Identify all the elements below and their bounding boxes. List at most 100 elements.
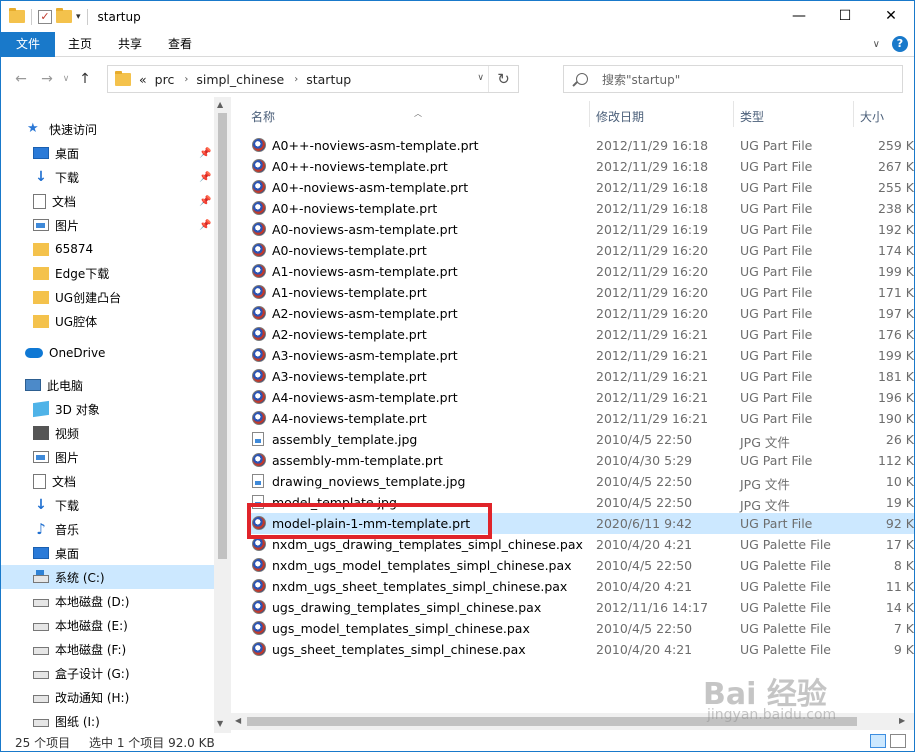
column-divider[interactable] xyxy=(589,101,590,127)
scrollbar-thumb[interactable] xyxy=(218,113,227,559)
file-name: A0++-noviews-asm-template.prt xyxy=(272,138,479,153)
sidebar-item-videos[interactable]: 视频 xyxy=(1,421,214,445)
file-row[interactable]: assembly_template.jpg 2010/4/5 22:50 JPG 文… xyxy=(247,429,914,450)
sidebar-item-3d-objects[interactable]: 3D 对象 xyxy=(1,397,214,421)
sidebar-item-ug-boss[interactable]: UG创建凸台 xyxy=(1,285,214,309)
sidebar-item-pictures[interactable]: 图片 📌 xyxy=(1,213,214,237)
address-bar[interactable]: « prc › simpl_chinese › startup ∨ ↻ xyxy=(107,65,519,93)
sidebar-item-drive-i[interactable]: 图纸 (I:) xyxy=(1,709,214,733)
expand-ribbon-chevron-icon[interactable]: ∨ xyxy=(873,39,880,50)
file-row[interactable]: model-plain-1-mm-template.prt 2020/6/11 9… xyxy=(247,513,914,534)
forward-arrow-icon[interactable]: → xyxy=(37,71,57,87)
file-row[interactable]: A0++-noviews-template.prt 2012/11/29 16:1… xyxy=(247,156,914,177)
breadcrumb-prc[interactable]: prc xyxy=(155,72,175,87)
ug-part-file-icon xyxy=(252,180,266,194)
file-row[interactable]: model_template.jpg 2010/4/5 22:50 JPG 文件 19… xyxy=(247,492,914,513)
sidebar-item-drive-d[interactable]: 本地磁盘 (D:) xyxy=(1,589,214,613)
sidebar-item-drive-g[interactable]: 盒子设计 (G:) xyxy=(1,661,214,685)
scroll-left-arrow-icon[interactable]: ◀ xyxy=(235,716,241,725)
column-size[interactable]: 大小 xyxy=(860,108,884,125)
help-icon[interactable]: ? xyxy=(892,36,908,52)
tab-file[interactable]: 文件 xyxy=(1,31,56,57)
file-row[interactable]: ugs_drawing_templates_simpl_chinese.pax 2… xyxy=(247,597,914,618)
sidebar-item-downloads[interactable]: ↓ 下载 📌 xyxy=(1,165,214,189)
file-row[interactable]: A0+-noviews-template.prt 2012/11/29 16:18… xyxy=(247,198,914,219)
scrollbar-thumb[interactable] xyxy=(247,717,857,726)
back-arrow-icon[interactable]: ← xyxy=(11,71,31,87)
sidebar-item-music[interactable]: ♪ 音乐 xyxy=(1,517,214,541)
properties-icon[interactable]: ✓ xyxy=(38,9,52,24)
sidebar-item-ug-pocket[interactable]: UG腔体 xyxy=(1,309,214,333)
sidebar-item-edge-downloads[interactable]: Edge下载 xyxy=(1,261,214,285)
file-row[interactable]: A0-noviews-template.prt 2012/11/29 16:20 U… xyxy=(247,240,914,261)
sidebar-item-pc-documents[interactable]: 文档 xyxy=(1,469,214,493)
address-history-chevron-icon[interactable]: ∨ xyxy=(477,73,484,83)
sidebar-item-pc-desktop[interactable]: 桌面 xyxy=(1,541,214,565)
file-row[interactable]: nxdm_ugs_model_templates_simpl_chinese.p… xyxy=(247,555,914,576)
file-row[interactable]: drawing_noviews_template.jpg 2010/4/5 22:… xyxy=(247,471,914,492)
sidebar-item-pc-pictures[interactable]: 图片 xyxy=(1,445,214,469)
sidebar-item-this-pc[interactable]: 此电脑 xyxy=(1,373,214,397)
star-icon: ★ xyxy=(27,121,39,136)
sidebar-item-65874[interactable]: 65874 xyxy=(1,237,214,261)
breadcrumb-overflow[interactable]: « xyxy=(139,72,147,87)
sidebar-item-drive-f[interactable]: 本地磁盘 (F:) xyxy=(1,637,214,661)
file-row[interactable]: A1-noviews-template.prt 2012/11/29 16:20 U… xyxy=(247,282,914,303)
column-date[interactable]: 修改日期 xyxy=(596,108,644,125)
large-icons-view-icon[interactable] xyxy=(890,734,906,748)
scroll-up-arrow-icon[interactable]: ▲ xyxy=(217,100,223,109)
file-row[interactable]: A1-noviews-asm-template.prt 2012/11/29 16… xyxy=(247,261,914,282)
tab-view[interactable]: 查看 xyxy=(155,32,205,57)
sidebar-item-desktop[interactable]: 桌面 📌 xyxy=(1,141,214,165)
tab-share[interactable]: 共享 xyxy=(105,32,155,57)
chevron-right-icon[interactable]: › xyxy=(184,74,188,85)
breadcrumb-simpl-chinese[interactable]: simpl_chinese xyxy=(196,72,284,87)
column-name[interactable]: 名称 xyxy=(251,108,275,125)
close-button[interactable]: ✕ xyxy=(868,1,914,32)
scroll-down-arrow-icon[interactable]: ▼ xyxy=(217,719,223,728)
breadcrumb-startup[interactable]: startup xyxy=(306,72,351,87)
file-row[interactable]: A0++-noviews-asm-template.prt 2012/11/29 … xyxy=(247,135,914,156)
sidebar-item-pc-downloads[interactable]: ↓ 下载 xyxy=(1,493,214,517)
sidebar-scrollbar[interactable]: ▲ ▼ xyxy=(214,97,231,733)
sidebar-item-onedrive[interactable]: OneDrive xyxy=(1,341,214,365)
file-row[interactable]: nxdm_ugs_sheet_templates_simpl_chinese.p… xyxy=(247,576,914,597)
tab-home[interactable]: 主页 xyxy=(55,32,105,57)
file-row[interactable]: ugs_sheet_templates_simpl_chinese.pax 201… xyxy=(247,639,914,660)
search-box[interactable]: 搜索"startup" xyxy=(563,65,903,93)
explorer-window: ✓ ▾ startup — ☐ ✕ 文件 主页 共享 查看 ∨ ? ← → ∨ … xyxy=(0,0,915,752)
customize-toolbar-chevron-icon[interactable]: ▾ xyxy=(76,12,81,22)
column-type[interactable]: 类型 xyxy=(740,108,764,125)
refresh-icon[interactable]: ↻ xyxy=(488,66,518,92)
file-row[interactable]: A3-noviews-template.prt 2012/11/29 16:21 U… xyxy=(247,366,914,387)
file-row[interactable]: A4-noviews-asm-template.prt 2012/11/29 16… xyxy=(247,387,914,408)
horizontal-scrollbar[interactable]: ◀ ▶ xyxy=(231,713,914,730)
up-arrow-icon[interactable]: ↑ xyxy=(75,71,95,87)
column-divider[interactable] xyxy=(733,101,734,127)
sidebar-item-documents[interactable]: 文档 📌 xyxy=(1,189,214,213)
sidebar-item-drive-e[interactable]: 本地磁盘 (E:) xyxy=(1,613,214,637)
file-row[interactable]: A0-noviews-asm-template.prt 2012/11/29 16… xyxy=(247,219,914,240)
details-view-icon[interactable] xyxy=(870,734,886,748)
minimize-button[interactable]: — xyxy=(776,1,822,32)
sidebar-item-drive-h[interactable]: 改动通知 (H:) xyxy=(1,685,214,709)
sidebar-item-drive-c[interactable]: 系统 (C:) xyxy=(1,565,214,589)
maximize-button[interactable]: ☐ xyxy=(822,1,868,32)
search-input[interactable]: 搜索"startup" xyxy=(602,71,680,88)
drive-icon xyxy=(33,671,49,679)
sidebar-item-quick-access[interactable]: ★ 快速访问 xyxy=(1,117,214,141)
new-folder-icon[interactable] xyxy=(56,8,72,23)
file-row[interactable]: A4-noviews-template.prt 2012/11/29 16:21 U… xyxy=(247,408,914,429)
file-row[interactable]: A3-noviews-asm-template.prt 2012/11/29 16… xyxy=(247,345,914,366)
file-row[interactable]: A2-noviews-asm-template.prt 2012/11/29 16… xyxy=(247,303,914,324)
item-count: 25 个项目 xyxy=(15,736,71,750)
scroll-right-arrow-icon[interactable]: ▶ xyxy=(899,716,905,725)
file-row[interactable]: A2-noviews-template.prt 2012/11/29 16:21 U… xyxy=(247,324,914,345)
recent-locations-chevron-icon[interactable]: ∨ xyxy=(59,74,73,84)
column-divider[interactable] xyxy=(853,101,854,127)
file-row[interactable]: A0+-noviews-asm-template.prt 2012/11/29 1… xyxy=(247,177,914,198)
chevron-right-icon[interactable]: › xyxy=(294,74,298,85)
file-row[interactable]: assembly-mm-template.prt 2010/4/30 5:29 UG… xyxy=(247,450,914,471)
file-row[interactable]: ugs_model_templates_simpl_chinese.pax 201… xyxy=(247,618,914,639)
file-row[interactable]: nxdm_ugs_drawing_templates_simpl_chinese… xyxy=(247,534,914,555)
